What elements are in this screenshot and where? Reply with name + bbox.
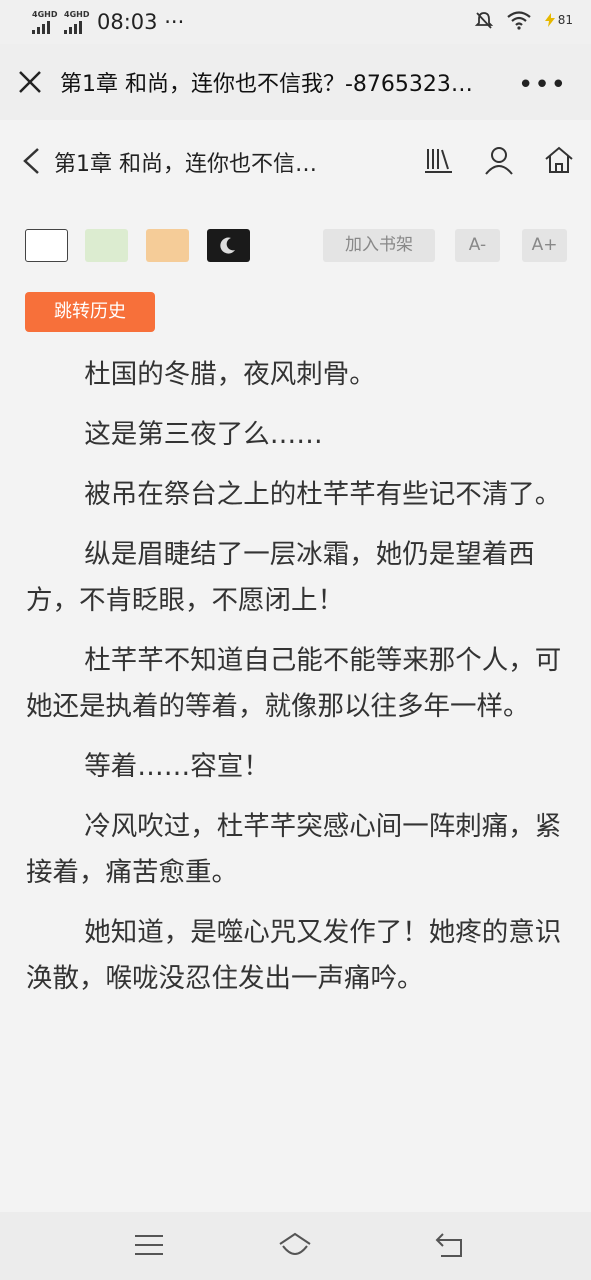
paragraph: 等着……容宣！: [84, 751, 270, 782]
signal-label-2: 4GHD: [64, 10, 90, 19]
signal-indicator-1: 4GHD: [32, 10, 57, 34]
theme-night-swatch[interactable]: [207, 229, 250, 262]
theme-white-swatch[interactable]: [25, 229, 68, 262]
theme-orange-swatch[interactable]: [146, 229, 189, 262]
signal-indicator-2: 4GHD: [64, 10, 89, 34]
charging-bolt-icon: [544, 13, 555, 27]
back-nav-icon[interactable]: [433, 1230, 469, 1260]
paragraph: 冷风吹过，杜芊芊突感心间一阵刺痛，紧接着，痛苦愈重。: [26, 811, 562, 888]
browser-bar: 第1章 和尚，连你也不信我？-8765323… •••: [0, 44, 591, 120]
menu-icon[interactable]: [131, 1230, 167, 1260]
paragraph: 她知道，是噬心咒又发作了！她疼的意识涣散，喉咙没忍住发出一声痛吟。: [26, 917, 562, 994]
chapter-title: 第1章 和尚，连你也不信…: [54, 152, 317, 177]
jump-history-button[interactable]: 跳转历史: [25, 292, 155, 332]
close-icon[interactable]: [16, 68, 44, 96]
font-larger-button[interactable]: A+: [522, 229, 567, 262]
paragraph: 杜芊芊不知道自己能不能等来那个人，可她还是执着的等着，就像那以往多年一样。: [26, 645, 562, 722]
signal-label-1: 4GHD: [32, 10, 58, 19]
battery-indicator: 81: [544, 13, 573, 27]
battery-level: 81: [557, 13, 573, 27]
user-profile-icon[interactable]: [483, 144, 515, 176]
theme-green-swatch[interactable]: [85, 229, 128, 262]
status-bar: 4GHD 4GHD 08:03 ··· 81: [0, 0, 591, 44]
signal-bars-icon: [64, 21, 89, 34]
system-nav-bar: [0, 1212, 591, 1280]
back-arrow-icon[interactable]: [20, 146, 44, 176]
font-smaller-button[interactable]: A-: [455, 229, 500, 262]
browser-page-title: 第1章 和尚，连你也不信我？-8765323…: [60, 72, 473, 97]
notification-dots: ···: [164, 10, 185, 34]
chapter-content: 杜国的冬腊，夜风刺骨。 这是第三夜了么…… 被吊在祭台之上的杜芊芊有些记不清了。…: [26, 352, 566, 1016]
reader-header: 第1章 和尚，连你也不信…: [0, 120, 591, 200]
status-time: 08:03 ···: [97, 10, 184, 34]
paragraph: 杜国的冬腊，夜风刺骨。: [84, 359, 376, 390]
mute-bell-icon: [474, 12, 493, 29]
add-to-shelf-button[interactable]: 加入书架: [323, 229, 435, 262]
status-right-icons: 81: [474, 10, 573, 30]
bookshelf-icon[interactable]: [422, 144, 454, 176]
signal-bars-icon: [32, 21, 57, 34]
home-icon[interactable]: [543, 144, 575, 176]
home-nav-icon[interactable]: [277, 1230, 313, 1260]
time-text: 08:03: [97, 10, 158, 34]
more-menu-button[interactable]: •••: [518, 70, 567, 100]
wifi-icon: [507, 11, 531, 30]
paragraph: 被吊在祭台之上的杜芊芊有些记不清了。: [84, 479, 562, 510]
moon-icon: [220, 237, 235, 254]
paragraph: 纵是眉睫结了一层冰霜，她仍是望着西方，不肯眨眼，不愿闭上！: [26, 539, 535, 616]
paragraph: 这是第三夜了么……: [84, 419, 323, 450]
